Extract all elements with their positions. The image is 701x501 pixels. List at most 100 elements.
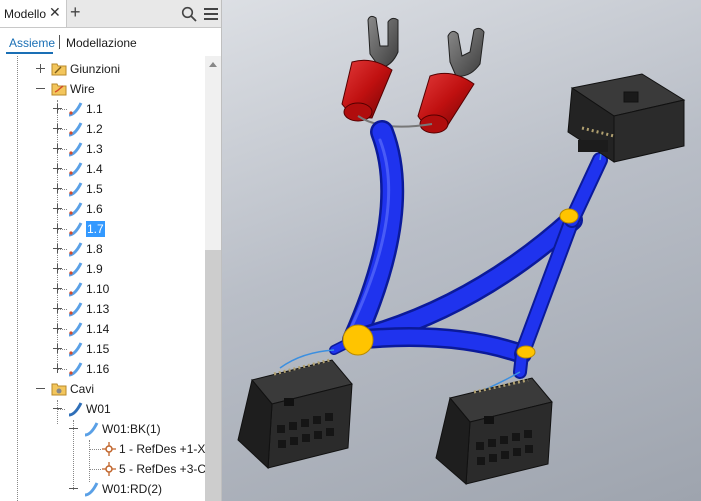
wire-icon	[68, 302, 83, 317]
active-subtab-underline	[6, 52, 53, 54]
scrollbar-thumb[interactable]	[205, 250, 221, 501]
wire-icon	[68, 242, 83, 257]
tree-node-w01[interactable]: W01	[0, 400, 205, 418]
tree-node-label: 1.9	[86, 262, 103, 276]
tree-node-label: 1.14	[86, 322, 110, 336]
tree-node-label: 1.16	[86, 362, 110, 376]
wire-icon	[84, 422, 99, 437]
wire-icon	[68, 102, 83, 117]
tree-node-wire-item[interactable]: 1.2	[0, 120, 205, 138]
connector-bottom-right[interactable]	[435, 377, 553, 486]
splice[interactable]	[559, 208, 579, 224]
tree-node-cavi[interactable]: Cavi	[0, 380, 205, 398]
tree-guide-line	[89, 469, 101, 470]
collapse-icon[interactable]	[53, 404, 62, 413]
browser-tree: Giunzioni Wire 1.1 1.2 1.3 1.4 1.5 1.6 1.7 1.8 1…	[0, 56, 205, 501]
close-icon[interactable]: ✕	[49, 5, 61, 19]
tree-node-wire-item[interactable]: 1.14	[0, 320, 205, 338]
tree-node-label: Giunzioni	[70, 62, 121, 76]
tree-node-label: 1.10	[86, 282, 110, 296]
hamburger-menu-icon[interactable]	[203, 6, 219, 22]
tree-node-label: 1 - RefDes +1-X1:	[119, 442, 205, 456]
tree-node-wire-item[interactable]: 1.3	[0, 140, 205, 158]
tree-node-wire-item[interactable]: 1.10	[0, 280, 205, 298]
tree-node-wire-item[interactable]: 1.7	[0, 220, 205, 238]
tree-node-label: 1.7	[86, 221, 105, 237]
collapse-icon[interactable]	[69, 484, 78, 493]
tree-node-wire-item[interactable]: 1.9	[0, 260, 205, 278]
connector-top-right[interactable]	[567, 73, 686, 163]
expand-icon[interactable]	[53, 204, 62, 213]
expand-icon[interactable]	[53, 164, 62, 173]
pin-icon	[102, 462, 116, 476]
subtab-assieme[interactable]: Assieme	[9, 36, 55, 50]
wire-icon	[68, 162, 83, 177]
expand-icon[interactable]	[53, 364, 62, 373]
tree-node-label: 1.13	[86, 302, 110, 316]
splice[interactable]	[342, 324, 374, 356]
tree-node-wire-item[interactable]: 1.15	[0, 340, 205, 358]
graphics-viewport[interactable]	[222, 0, 701, 501]
tree-node-w01-rd[interactable]: W01:RD(2)	[0, 480, 205, 498]
fork-terminal-right[interactable]	[417, 27, 485, 134]
expand-icon[interactable]	[53, 324, 62, 333]
expand-icon[interactable]	[53, 304, 62, 313]
tree-node-wire[interactable]: Wire	[0, 80, 205, 98]
expand-icon[interactable]	[53, 284, 62, 293]
expand-icon[interactable]	[53, 244, 62, 253]
collapse-icon[interactable]	[36, 384, 45, 393]
wire-icon	[68, 362, 83, 377]
expand-icon[interactable]	[53, 144, 62, 153]
tree-node-wire-item[interactable]: 1.1	[0, 100, 205, 118]
add-tab-icon[interactable]: +	[70, 3, 81, 21]
tree-node-label: W01:RD(2)	[102, 482, 163, 496]
expand-icon[interactable]	[53, 224, 62, 233]
expand-icon[interactable]	[53, 184, 62, 193]
expand-icon[interactable]	[53, 264, 62, 273]
tree-node-label: 1.4	[86, 162, 103, 176]
cable-bundle[interactable]	[329, 120, 608, 379]
collapse-icon[interactable]	[69, 424, 78, 433]
expand-icon[interactable]	[53, 104, 62, 113]
wire-icon	[68, 122, 83, 137]
connector-bottom-left[interactable]	[237, 358, 353, 470]
tree-node-wire-item[interactable]: 1.4	[0, 160, 205, 178]
tree-node-wire-item[interactable]: 1.5	[0, 180, 205, 198]
collapse-icon[interactable]	[36, 84, 45, 93]
tree-node-wire-item[interactable]: 1.8	[0, 240, 205, 258]
tree-node-wire-item[interactable]: 1.16	[0, 360, 205, 378]
tree-node-label: 1.6	[86, 202, 103, 216]
folder-icon	[51, 83, 67, 96]
harness-3d-model[interactable]	[222, 0, 701, 501]
wire-icon	[68, 182, 83, 197]
tree-scrollbar[interactable]	[205, 56, 221, 501]
tree-guide-line	[89, 449, 101, 450]
tree-node-wire-item[interactable]: 1.13	[0, 300, 205, 318]
tree-node-label: 1.2	[86, 122, 103, 136]
scroll-up-arrow-icon[interactable]	[209, 62, 217, 67]
tree-node-label: 1.3	[86, 142, 103, 156]
cable-icon	[68, 402, 83, 417]
tree-node-label: W01:BK(1)	[102, 422, 161, 436]
tree-node-label: Cavi	[70, 382, 95, 396]
folder-icon	[51, 383, 67, 396]
tab-modello[interactable]: Modello ✕	[0, 0, 67, 27]
expand-icon[interactable]	[53, 344, 62, 353]
wire-icon	[68, 142, 83, 157]
tree-node-label: 1.1	[86, 102, 103, 116]
wire-icon	[68, 202, 83, 217]
model-browser-panel: Modello ✕ + Assieme Modellazione Giunzio…	[0, 0, 222, 501]
search-icon[interactable]	[181, 6, 197, 22]
tree-node-giunzioni[interactable]: Giunzioni	[0, 60, 205, 78]
tree-node-label: 1.5	[86, 182, 103, 196]
expand-icon[interactable]	[36, 64, 45, 73]
tree-node-wire-item[interactable]: 1.6	[0, 200, 205, 218]
tree-node-pin-5[interactable]: 5 - RefDes +3-CN	[0, 460, 205, 478]
wire-icon	[68, 322, 83, 337]
fork-terminal-left[interactable]	[341, 15, 399, 122]
tree-node-w01-bk[interactable]: W01:BK(1)	[0, 420, 205, 438]
expand-icon[interactable]	[53, 124, 62, 133]
tree-node-pin-1[interactable]: 1 - RefDes +1-X1:	[0, 440, 205, 458]
splice[interactable]	[516, 345, 536, 359]
subtab-modellazione[interactable]: Modellazione	[66, 36, 137, 50]
